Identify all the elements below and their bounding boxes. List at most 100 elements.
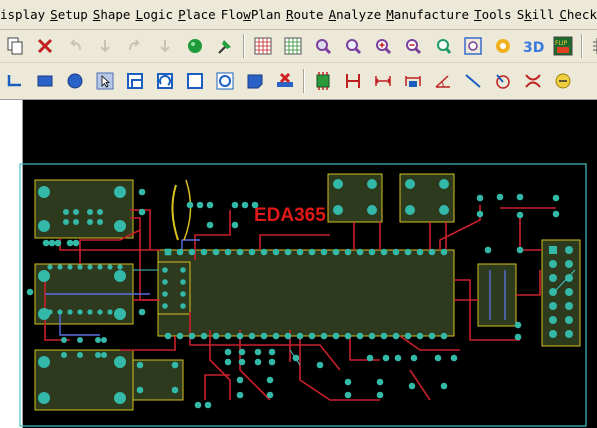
- square-icon[interactable]: [184, 70, 206, 92]
- dimension-value-icon[interactable]: [402, 70, 424, 92]
- 3d-view-icon[interactable]: 3D: [522, 35, 544, 57]
- radial-icon[interactable]: [492, 70, 514, 92]
- dimension-horizontal-icon[interactable]: [372, 70, 394, 92]
- pad: [333, 205, 343, 215]
- pad: [514, 333, 522, 341]
- pad: [97, 264, 103, 270]
- menu-place[interactable]: Place: [178, 7, 216, 22]
- pad: [266, 376, 274, 384]
- silkscreen-logo: [171, 184, 179, 241]
- pad: [296, 248, 304, 256]
- zoom-out-icon[interactable]: [402, 35, 424, 57]
- menu-display[interactable]: isplay: [0, 7, 45, 22]
- pad: [87, 209, 93, 215]
- chip-icon[interactable]: [312, 70, 334, 92]
- pad: [565, 246, 573, 254]
- circle-icon[interactable]: [64, 70, 86, 92]
- green-ball-icon[interactable]: [184, 35, 206, 57]
- pad: [408, 382, 416, 390]
- pad: [26, 288, 34, 296]
- mcu-footprint: [157, 249, 455, 337]
- grid-icon[interactable]: [252, 35, 274, 57]
- snap-grid-icon[interactable]: [590, 35, 597, 57]
- undo-icon[interactable]: [64, 35, 86, 57]
- dimension-vertical-icon[interactable]: [342, 70, 364, 92]
- down-arrow-icon[interactable]: [94, 35, 116, 57]
- menu-skill[interactable]: Skill: [517, 7, 555, 22]
- pad: [42, 239, 50, 247]
- pad: [224, 348, 232, 356]
- circle-outline-icon[interactable]: [214, 70, 236, 92]
- pad: [67, 264, 73, 270]
- crystal-footprint: [477, 263, 517, 327]
- line-icon[interactable]: [462, 70, 484, 92]
- pad: [236, 376, 244, 384]
- pad: [549, 316, 557, 324]
- comment-icon[interactable]: [552, 70, 574, 92]
- pad: [77, 337, 83, 343]
- pcb-canvas[interactable]: EDA365: [0, 100, 597, 428]
- pad: [356, 248, 364, 256]
- pad: [316, 361, 324, 369]
- pad: [392, 248, 400, 256]
- copy-icon[interactable]: [4, 35, 26, 57]
- pad: [367, 179, 377, 189]
- angle-icon[interactable]: [432, 70, 454, 92]
- pad: [114, 220, 126, 232]
- delete-icon[interactable]: [34, 35, 56, 57]
- menu-flowplan[interactable]: FlowPlan: [221, 7, 281, 22]
- pad: [440, 382, 448, 390]
- crossing-icon[interactable]: [522, 70, 544, 92]
- zoom-world-icon[interactable]: [462, 35, 484, 57]
- menu-check[interactable]: Check: [559, 7, 597, 22]
- select-arrow-icon[interactable]: [94, 70, 116, 92]
- menu-manufacture[interactable]: Manufacture: [386, 7, 469, 22]
- pad: [200, 248, 208, 256]
- pad: [162, 291, 168, 297]
- menu-shape[interactable]: Shape: [93, 7, 131, 22]
- pad: [254, 358, 262, 366]
- pad: [496, 193, 504, 201]
- pad: [549, 288, 557, 296]
- menu-setup[interactable]: Setup: [50, 7, 88, 22]
- pcb-board-view: EDA365: [19, 163, 587, 427]
- zoom-window-icon[interactable]: [342, 35, 364, 57]
- pad: [516, 211, 524, 219]
- down-arrow-icon[interactable]: [154, 35, 176, 57]
- zoom-fit-icon[interactable]: [312, 35, 334, 57]
- flip-board-icon[interactable]: FLIP: [552, 35, 574, 57]
- svg-text:3D: 3D: [523, 40, 544, 55]
- arc-icon[interactable]: [154, 70, 176, 92]
- pad: [77, 309, 83, 315]
- rectangle-icon[interactable]: [34, 70, 56, 92]
- pad: [61, 337, 67, 343]
- menu-analyze[interactable]: Analyze: [329, 7, 382, 22]
- pad: [136, 386, 144, 394]
- svg-text:FLIP: FLIP: [555, 40, 568, 47]
- pad: [366, 354, 374, 362]
- pad: [47, 309, 53, 315]
- delete-shape-icon[interactable]: [274, 70, 296, 92]
- pad: [565, 330, 573, 338]
- pad: [73, 209, 79, 215]
- redo-icon[interactable]: [124, 35, 146, 57]
- polygon-icon[interactable]: [244, 70, 266, 92]
- pad: [516, 246, 524, 254]
- pad: [266, 391, 274, 399]
- shape-line-icon[interactable]: [4, 70, 26, 92]
- pad: [107, 264, 113, 270]
- pad: [251, 201, 259, 209]
- shape-edit-icon[interactable]: [124, 70, 146, 92]
- zoom-in-icon[interactable]: [372, 35, 394, 57]
- refresh-icon[interactable]: [492, 35, 514, 57]
- menu-tools[interactable]: Tools: [474, 7, 512, 22]
- pad: [206, 221, 214, 229]
- pin-icon[interactable]: [214, 35, 236, 57]
- pad: [136, 361, 144, 369]
- grid-toggle-icon[interactable]: [282, 35, 304, 57]
- menu-route[interactable]: Route: [286, 7, 324, 22]
- pad: [344, 332, 352, 340]
- pad: [224, 358, 232, 366]
- menu-logic[interactable]: Logic: [135, 7, 173, 22]
- zoom-previous-icon[interactable]: [432, 35, 454, 57]
